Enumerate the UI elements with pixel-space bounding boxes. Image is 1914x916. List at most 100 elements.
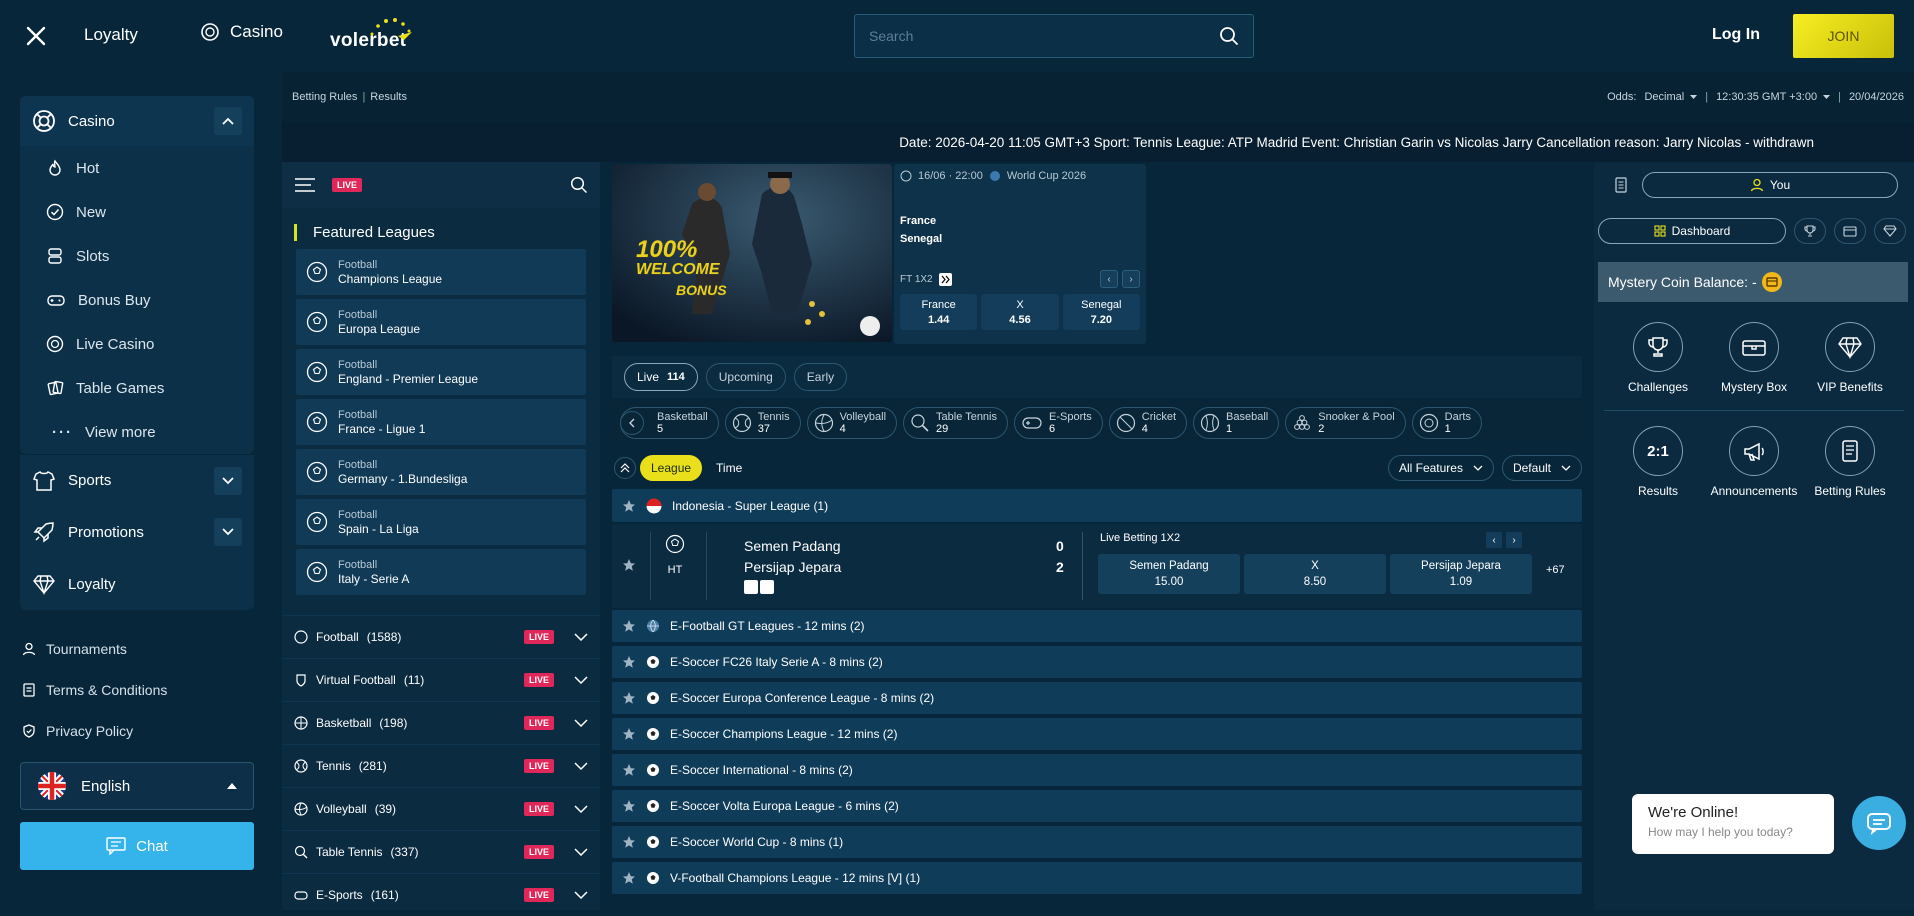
tab-early[interactable]: Early <box>793 363 848 391</box>
star-icon[interactable] <box>622 499 636 513</box>
sidebar-item-live-casino[interactable]: Live Casino <box>20 322 254 366</box>
league-header[interactable]: E-Soccer Champions League - 12 mins (2) <box>612 718 1582 750</box>
live-badge[interactable]: LIVE <box>332 178 363 192</box>
tab-upcoming[interactable]: Upcoming <box>705 363 786 391</box>
sidebar-item-table-games[interactable]: Table Games <box>20 366 254 410</box>
league-header[interactable]: V-Football Champions League - 12 mins [V… <box>612 862 1582 894</box>
betting-rules-link[interactable]: Betting Rules <box>292 91 357 103</box>
top-loyalty-link[interactable]: Loyalty <box>84 25 138 45</box>
search-icon[interactable] <box>1219 26 1239 46</box>
top-casino-link[interactable]: Casino <box>200 22 283 42</box>
announcements-button[interactable]: Announcements <box>1704 426 1804 498</box>
sidebar-item-loyalty[interactable]: Loyalty <box>20 558 254 610</box>
box-tab-icon[interactable] <box>1834 218 1866 244</box>
dashboard-button[interactable]: Dashboard <box>1598 218 1786 244</box>
tournaments-link[interactable]: Tournaments <box>22 628 252 669</box>
star-icon[interactable] <box>622 799 636 813</box>
sport-filter-volleyball[interactable]: Volleyball 4 <box>806 407 898 439</box>
more-markets-link[interactable]: +67 <box>1546 564 1565 576</box>
featured-league[interactable]: Football France - Ligue 1 <box>296 399 586 445</box>
sidebar-item-sports[interactable]: Sports <box>20 454 254 506</box>
all-features-dropdown[interactable]: All Features <box>1387 455 1494 481</box>
sport-row[interactable]: Virtual Football (11) LIVE <box>282 658 600 701</box>
casino-menu-header[interactable]: Casino <box>20 96 254 146</box>
next-arrow-icon[interactable]: › <box>1506 532 1522 548</box>
stats-icon[interactable] <box>938 272 952 286</box>
odds-button[interactable]: X 8.50 <box>1244 554 1386 594</box>
chevron-down-icon[interactable] <box>574 891 588 899</box>
stats-icon[interactable] <box>744 580 758 594</box>
prev-arrow-icon[interactable]: ‹ <box>1486 532 1502 548</box>
welcome-bonus-banner[interactable]: 100% WELCOME BONUS <box>612 164 892 342</box>
sport-filter-basketball[interactable]: Basketball 5 <box>620 407 719 439</box>
chevron-down-icon[interactable] <box>574 762 588 770</box>
odds-button[interactable]: Persijap Jepara 1.09 <box>1390 554 1532 594</box>
sidebar-item-bonus-buy[interactable]: Bonus Buy <box>20 278 254 322</box>
star-icon[interactable] <box>622 727 636 741</box>
search-icon[interactable] <box>570 176 588 194</box>
sidebar-item-promotions[interactable]: Promotions <box>20 506 254 558</box>
sport-filter-snooker[interactable]: Snooker & Pool 2 <box>1285 407 1406 439</box>
sport-row[interactable]: Basketball (198) LIVE <box>282 701 600 744</box>
league-header[interactable]: E-Football GT Leagues - 12 mins (2) <box>612 610 1582 642</box>
search-input[interactable] <box>869 28 1219 44</box>
odds-button[interactable]: X 4.56 <box>981 294 1059 330</box>
menu-icon[interactable] <box>294 177 316 193</box>
featured-league[interactable]: Football Germany - 1.Bundesliga <box>296 449 586 495</box>
time-select[interactable]: 12:30:35 GMT +3:00 <box>1716 91 1831 103</box>
featured-match-card[interactable]: 16/06 · 22:00 World Cup 2026 France Sene… <box>894 164 1146 344</box>
star-icon[interactable] <box>622 691 636 705</box>
chevron-down-icon[interactable] <box>574 676 588 684</box>
sport-row[interactable]: Table Tennis (337) LIVE <box>282 830 600 873</box>
league-header[interactable]: E-Soccer Volta Europa League - 6 mins (2… <box>612 790 1582 822</box>
field-icon[interactable] <box>760 580 774 594</box>
star-icon[interactable] <box>622 835 636 849</box>
prev-arrow-icon[interactable]: ‹ <box>1100 270 1118 288</box>
trophy-tab-icon[interactable] <box>1794 218 1826 244</box>
sort-time-button[interactable]: Time <box>706 455 752 481</box>
chevron-down-icon[interactable] <box>214 466 242 495</box>
star-icon[interactable] <box>622 655 636 669</box>
odds-format-select[interactable]: Decimal <box>1644 91 1698 103</box>
challenges-button[interactable]: Challenges <box>1608 322 1708 394</box>
you-button[interactable]: You <box>1642 172 1898 198</box>
chevron-down-icon[interactable] <box>574 633 588 641</box>
featured-league[interactable]: Football England - Premier League <box>296 349 586 395</box>
default-dropdown[interactable]: Default <box>1501 455 1582 481</box>
sport-row[interactable]: Volleyball (39) LIVE <box>282 787 600 830</box>
sport-filter-tennis[interactable]: Tennis 37 <box>724 407 801 439</box>
chat-button[interactable]: Chat <box>20 822 254 870</box>
chevron-down-icon[interactable] <box>214 518 242 546</box>
tab-live[interactable]: Live 114 <box>624 363 698 391</box>
odds-button[interactable]: Senegal 7.20 <box>1062 294 1140 330</box>
chevron-down-icon[interactable] <box>574 719 588 727</box>
close-icon[interactable] <box>24 24 48 48</box>
league-header[interactable]: E-Soccer Europa Conference League - 8 mi… <box>612 682 1582 714</box>
search-box[interactable] <box>854 14 1254 58</box>
featured-league[interactable]: Football Europa League <box>296 299 586 345</box>
league-header[interactable]: E-Soccer International - 8 mins (2) <box>612 754 1582 786</box>
star-icon[interactable] <box>622 619 636 633</box>
chat-popup[interactable]: We're Online! How may I help you today? <box>1632 794 1834 854</box>
featured-league[interactable]: Football Champions League <box>296 249 586 295</box>
sport-filter-table-tennis[interactable]: Table Tennis 29 <box>903 407 1008 439</box>
chat-launcher-button[interactable] <box>1852 796 1906 850</box>
star-icon[interactable] <box>622 558 636 572</box>
star-icon[interactable] <box>622 763 636 777</box>
sidebar-item-hot[interactable]: Hot <box>20 146 254 190</box>
logo[interactable]: volerbet <box>330 18 412 52</box>
collapse-all-icon[interactable] <box>614 457 636 479</box>
sport-row[interactable]: Tennis (281) LIVE <box>282 744 600 787</box>
language-selector[interactable]: English <box>20 762 254 810</box>
privacy-link[interactable]: Privacy Policy <box>22 710 252 751</box>
chevron-down-icon[interactable] <box>574 805 588 813</box>
sport-row[interactable]: Football (1588) LIVE <box>282 615 600 658</box>
featured-league[interactable]: Football Italy - Serie A <box>296 549 586 595</box>
view-more-link[interactable]: ··· View more <box>20 410 254 454</box>
league-header[interactable]: E-Soccer World Cup - 8 mins (1) <box>612 826 1582 858</box>
sort-league-button[interactable]: League <box>640 455 703 481</box>
betting-rules-button[interactable]: Betting Rules <box>1800 426 1900 498</box>
sport-filter-esports[interactable]: E-Sports 6 <box>1014 407 1103 439</box>
results-button[interactable]: 2:1 Results <box>1608 426 1708 498</box>
results-link[interactable]: Results <box>370 91 407 103</box>
